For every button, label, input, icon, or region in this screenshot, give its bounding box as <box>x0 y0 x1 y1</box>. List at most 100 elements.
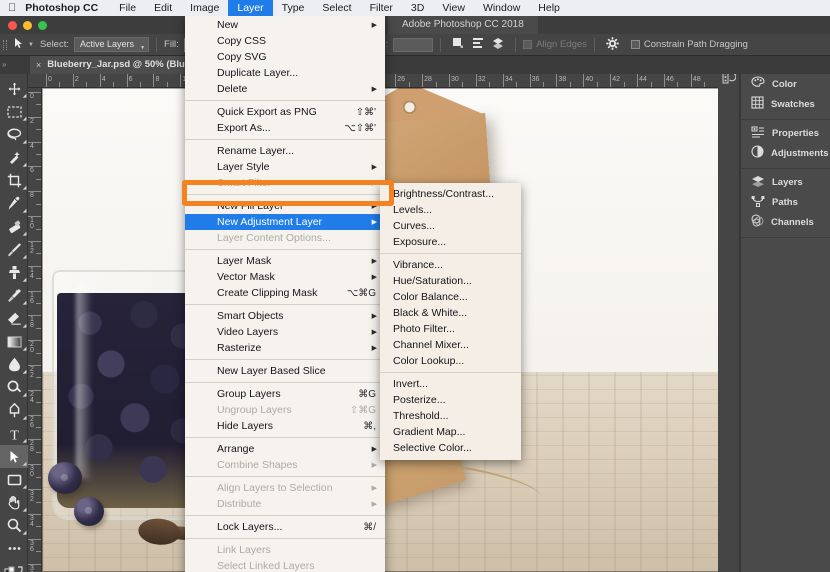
menu-layer[interactable]: Layer <box>228 0 272 16</box>
panel-item-color[interactable]: Color <box>741 74 830 94</box>
maximize-window-button[interactable] <box>38 21 47 30</box>
dodge-tool[interactable]: ◢ <box>0 376 28 399</box>
minimize-window-button[interactable] <box>23 21 32 30</box>
zoom-tool[interactable]: ◢ <box>0 514 28 537</box>
adjustment-item-invert[interactable]: Invert... <box>380 376 521 392</box>
blur-tool[interactable]: ◢ <box>0 353 28 376</box>
layer-menu-item-quick-export-as-png[interactable]: Quick Export as PNG⇧⌘' <box>185 104 385 120</box>
tab-strip-grip-icon[interactable]: » <box>2 60 6 69</box>
menu-view[interactable]: View <box>433 0 474 16</box>
history-brush-tool[interactable]: ◢ <box>0 284 28 307</box>
layer-menu-item-new-layer-based-slice[interactable]: New Layer Based Slice <box>185 363 385 379</box>
adjustment-item-posterize[interactable]: Posterize... <box>380 392 521 408</box>
adjustment-item-levels[interactable]: Levels... <box>380 202 521 218</box>
layer-menu-item-delete[interactable]: Delete▶ <box>185 81 385 97</box>
eyedropper-tool[interactable]: ◢ <box>0 192 28 215</box>
align-edges-checkbox[interactable]: Align Edges <box>523 39 587 50</box>
menu-divider <box>185 437 385 438</box>
menu-help[interactable]: Help <box>529 0 569 16</box>
rectangle-tool[interactable]: ◢ <box>0 468 28 491</box>
adjustment-item-exposure[interactable]: Exposure... <box>380 234 521 250</box>
select-scope-dropdown[interactable]: Active Layers ▼ <box>74 37 149 52</box>
layer-menu-item-layer-style[interactable]: Layer Style▶ <box>185 159 385 175</box>
adjustment-item-color-balance[interactable]: Color Balance... <box>380 289 521 305</box>
layer-menu-item-group-layers[interactable]: Group Layers⌘G <box>185 386 385 402</box>
adjustment-item-threshold[interactable]: Threshold... <box>380 408 521 424</box>
panel-item-paths[interactable]: Paths <box>741 192 830 212</box>
adjustment-item-brightness-contrast[interactable]: Brightness/Contrast... <box>380 186 521 202</box>
path-operations-icon[interactable] <box>452 37 464 52</box>
hand-tool[interactable]: ◢ <box>0 491 28 514</box>
quick-selection-tool[interactable]: ◢ <box>0 146 28 169</box>
lasso-tool[interactable]: ◢ <box>0 123 28 146</box>
menu-file[interactable]: File <box>110 0 145 16</box>
apple-logo-icon[interactable]:  <box>0 3 25 14</box>
new-adjustment-layer-submenu[interactable]: Brightness/Contrast...Levels...Curves...… <box>380 183 521 460</box>
layer-menu-item-smart-objects[interactable]: Smart Objects▶ <box>185 308 385 324</box>
menu-edit[interactable]: Edit <box>145 0 181 16</box>
layer-menu-item-duplicate-layer[interactable]: Duplicate Layer... <box>185 65 385 81</box>
adjustment-item-hue-saturation[interactable]: Hue/Saturation... <box>380 273 521 289</box>
layer-dropdown-menu[interactable]: New▶Copy CSSCopy SVGDuplicate Layer...De… <box>185 14 385 572</box>
adjustment-item-curves[interactable]: Curves... <box>380 218 521 234</box>
default-colors-button[interactable] <box>0 560 28 572</box>
spot-healing-brush-tool[interactable]: ◢ <box>0 215 28 238</box>
pen-tool[interactable]: ◢ <box>0 399 28 422</box>
vertical-ruler[interactable]: 02468101214161820222426283032343638 <box>28 88 42 572</box>
layer-menu-item-vector-mask[interactable]: Vector Mask▶ <box>185 269 385 285</box>
layer-menu-item-export-as[interactable]: Export As...⌥⇧⌘' <box>185 120 385 136</box>
menu-item-label: Lock Layers... <box>217 521 355 533</box>
layer-menu-item-video-layers[interactable]: Video Layers▶ <box>185 324 385 340</box>
menu-image[interactable]: Image <box>181 0 228 16</box>
layer-menu-item-new-fill-layer[interactable]: New Fill Layer▶ <box>185 198 385 214</box>
menu-window[interactable]: Window <box>474 0 529 16</box>
layer-menu-item-copy-css[interactable]: Copy CSS <box>185 33 385 49</box>
adjustment-item-selective-color[interactable]: Selective Color... <box>380 440 521 456</box>
layer-menu-item-copy-svg[interactable]: Copy SVG <box>185 49 385 65</box>
brush-tool[interactable]: ◢ <box>0 238 28 261</box>
rectangular-select-tool[interactable]: ◢ <box>0 100 28 123</box>
layer-menu-item-create-clipping-mask[interactable]: Create Clipping Mask⌥⌘G <box>185 285 385 301</box>
adjustment-item-channel-mixer[interactable]: Channel Mixer... <box>380 337 521 353</box>
adjustment-item-photo-filter[interactable]: Photo Filter... <box>380 321 521 337</box>
layer-menu-item-lock-layers[interactable]: Lock Layers...⌘/ <box>185 519 385 535</box>
menu-type[interactable]: Type <box>273 0 314 16</box>
constrain-path-dragging-checkbox[interactable]: Constrain Path Dragging <box>631 39 748 50</box>
clone-stamp-tool[interactable]: ◢ <box>0 261 28 284</box>
path-selection-tool[interactable]: ◢ <box>0 445 28 468</box>
close-icon[interactable]: × <box>36 56 41 74</box>
height-input[interactable] <box>393 38 433 52</box>
layer-menu-item-new[interactable]: New▶ <box>185 17 385 33</box>
panel-item-adjustments[interactable]: Adjustments <box>741 143 830 163</box>
adjustment-item-vibrance[interactable]: Vibrance... <box>380 257 521 273</box>
menu-select[interactable]: Select <box>313 0 360 16</box>
tool-preset-chevron-icon[interactable]: ▼ <box>28 42 34 48</box>
adjustment-item-color-lookup[interactable]: Color Lookup... <box>380 353 521 369</box>
path-arrangement-icon[interactable] <box>492 37 504 52</box>
eraser-tool[interactable]: ◢ <box>0 307 28 330</box>
panel-item-channels[interactable]: Channels <box>741 212 830 232</box>
panel-item-layers[interactable]: Layers <box>741 172 830 192</box>
adjustment-item-gradient-map[interactable]: Gradient Map... <box>380 424 521 440</box>
close-window-button[interactable] <box>8 21 17 30</box>
type-tool[interactable]: T ◢ <box>0 422 28 445</box>
layer-menu-item-arrange[interactable]: Arrange▶ <box>185 441 385 457</box>
move-tool[interactable]: ◢ <box>0 77 28 100</box>
gear-icon[interactable] <box>606 37 619 53</box>
path-selection-tool-icon[interactable] <box>10 37 26 52</box>
path-alignment-icon[interactable] <box>472 37 484 52</box>
options-bar-grip[interactable] <box>0 34 10 56</box>
adjustment-item-black-white[interactable]: Black & White... <box>380 305 521 321</box>
crop-tool[interactable]: ◢ <box>0 169 28 192</box>
more-tools-button[interactable] <box>0 537 28 560</box>
menu-3d[interactable]: 3D <box>402 0 433 16</box>
layer-menu-item-layer-mask[interactable]: Layer Mask▶ <box>185 253 385 269</box>
layer-menu-item-rasterize[interactable]: Rasterize▶ <box>185 340 385 356</box>
panel-item-swatches[interactable]: Swatches <box>741 94 830 114</box>
menu-filter[interactable]: Filter <box>361 0 402 16</box>
gradient-tool[interactable]: ◢ <box>0 330 28 353</box>
panel-item-properties[interactable]: Properties <box>741 123 830 143</box>
layer-menu-item-hide-layers[interactable]: Hide Layers⌘, <box>185 418 385 434</box>
layer-menu-item-rename-layer[interactable]: Rename Layer... <box>185 143 385 159</box>
layer-menu-item-new-adjustment-layer[interactable]: New Adjustment Layer▶ <box>185 214 385 230</box>
